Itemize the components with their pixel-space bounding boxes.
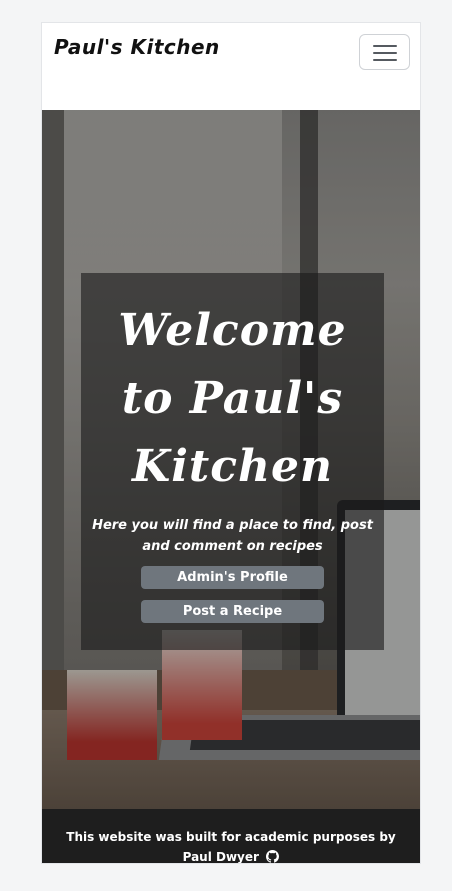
hero-section: Welcome to Paul's Kitchen Here you will … (42, 110, 420, 809)
hero-subtitle: Here you will find a place to find, post… (92, 518, 373, 554)
brand-link[interactable]: Paul's Kitchen (54, 35, 220, 59)
hero-title: Welcome to Paul's Kitchen (118, 305, 347, 492)
hamburger-menu-icon-bar (373, 52, 397, 54)
footer-text: This website was built for academic purp… (66, 830, 396, 864)
navbar: Paul's Kitchen (42, 23, 420, 110)
github-icon (266, 850, 280, 863)
post-recipe-button[interactable]: Post a Recipe (141, 600, 324, 623)
page-frame: Paul's Kitchen Welcome to Paul's Kitchen… (41, 22, 421, 864)
hero-card: Welcome to Paul's Kitchen Here you will … (81, 273, 384, 650)
hamburger-menu-icon-bar (373, 59, 397, 61)
admin-profile-button[interactable]: Admin's Profile (141, 566, 324, 589)
hamburger-menu-icon (373, 45, 397, 47)
github-link[interactable] (263, 848, 280, 863)
footer: This website was built for academic purp… (42, 809, 420, 864)
navbar-toggler-button[interactable] (359, 34, 410, 70)
